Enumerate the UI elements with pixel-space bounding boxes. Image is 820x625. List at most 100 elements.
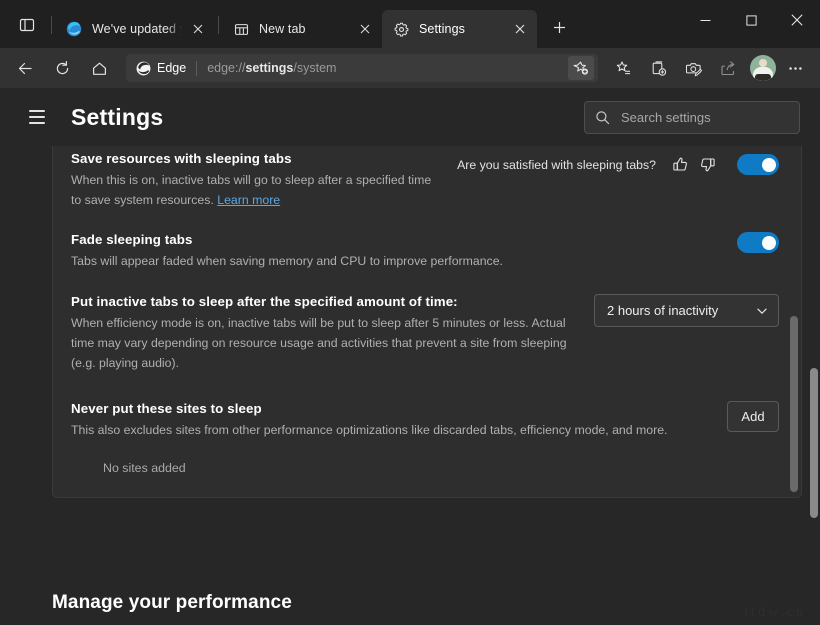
url-suffix: /system: [293, 61, 337, 75]
add-favorite-star-icon: [573, 61, 588, 75]
tab-title: We've updated you: [92, 22, 183, 36]
browser-tab-2[interactable]: New tab: [222, 10, 382, 48]
setting-title: Fade sleeping tabs: [71, 232, 193, 247]
browser-tab-1[interactable]: We've updated you: [55, 10, 215, 48]
chevron-down-icon: [755, 304, 769, 318]
setting-controls: 2 hours of inactivity: [594, 294, 779, 327]
minimize-button[interactable]: [682, 0, 728, 40]
toggle-knob: [761, 235, 776, 250]
browser-tab-3[interactable]: Settings: [382, 10, 537, 48]
sleeping-tabs-card: Save resources with sleeping tabs When t…: [52, 146, 802, 498]
card-scrollbar-thumb[interactable]: [790, 316, 798, 492]
toggle-knob: [761, 157, 776, 172]
close-window-button[interactable]: [774, 0, 820, 40]
page-title: Settings: [71, 103, 164, 130]
browser-toolbar: Edge edge://settings/system: [0, 48, 820, 88]
share-button[interactable]: [712, 53, 744, 83]
menu-line: [29, 116, 45, 118]
feedback-question-label: Are you satisfied with sleeping tabs?: [457, 157, 656, 172]
thumbs-up-button[interactable]: [667, 151, 694, 178]
collections-button[interactable]: [642, 53, 674, 83]
title-bar: We've updated you New tab: [0, 0, 820, 48]
address-bar[interactable]: Edge edge://settings/system: [126, 54, 598, 82]
minimize-icon: [700, 19, 710, 21]
edge-logo-icon: [65, 20, 83, 38]
hamburger-menu-icon[interactable]: [20, 100, 54, 134]
ellipsis-icon: [788, 66, 802, 70]
setting-controls: Add: [727, 401, 779, 432]
dropdown-selected-value: 2 hours of inactivity: [607, 303, 719, 318]
refresh-button[interactable]: [46, 53, 78, 83]
menu-line: [29, 110, 45, 112]
close-icon: [193, 24, 203, 34]
tab-title: Settings: [419, 22, 465, 36]
screenshot-icon: [685, 62, 702, 76]
thumbs-down-button[interactable]: [694, 151, 721, 178]
manage-performance-section: Manage your performance: [0, 573, 820, 625]
tab-title: New tab: [259, 22, 306, 36]
watermark-text: itdw.cn: [744, 605, 806, 620]
home-button[interactable]: [83, 53, 115, 83]
tab-divider: [218, 16, 219, 34]
more-options-button[interactable]: [779, 53, 811, 83]
search-placeholder: Search settings: [621, 109, 711, 125]
page-scrollbar[interactable]: [808, 146, 820, 625]
thumbs-down-icon: [701, 158, 715, 172]
omnibox-separator: [196, 60, 198, 76]
tab-close-button[interactable]: [187, 18, 209, 40]
add-favorite-button[interactable]: [568, 56, 594, 80]
add-site-button[interactable]: Add: [727, 401, 779, 432]
tab-search-icon: [19, 18, 35, 32]
close-icon: [515, 24, 525, 34]
setting-title: Put inactive tabs to sleep after the spe…: [71, 294, 458, 309]
setting-description: When efficiency mode is on, inactive tab…: [71, 316, 567, 370]
setting-description: When this is on, inactive tabs will go t…: [71, 170, 443, 210]
omnibox-brand-label: Edge: [157, 61, 187, 75]
setting-description: This also excludes sites from other perf…: [71, 423, 668, 437]
fade-sleeping-tabs-toggle[interactable]: [737, 232, 779, 253]
setting-title: Save resources with sleeping tabs: [71, 151, 292, 166]
refresh-icon: [56, 60, 68, 74]
tab-close-button[interactable]: [509, 18, 531, 40]
setting-controls: Are you satisfied with sleeping tabs?: [457, 151, 779, 178]
menu-line: [29, 122, 45, 124]
back-arrow-icon: [18, 62, 31, 74]
inactivity-timeout-dropdown[interactable]: 2 hours of inactivity: [594, 294, 779, 327]
sleeping-tabs-toggle[interactable]: [737, 154, 779, 175]
setting-row-never-sleep-sites: Never put these sites to sleep This also…: [53, 373, 801, 475]
section-title: Manage your performance: [52, 592, 292, 613]
settings-page-header: Settings Search settings: [0, 88, 820, 146]
close-icon: [791, 14, 803, 26]
edge-logo-icon: [136, 61, 151, 76]
tab-search-button[interactable]: [8, 7, 46, 43]
tab-divider: [51, 16, 52, 34]
favorites-icon: [616, 60, 630, 74]
close-icon: [360, 24, 370, 34]
window-controls: [682, 0, 820, 48]
tab-close-button[interactable]: [354, 18, 376, 40]
back-button[interactable]: [9, 53, 41, 83]
page-scrollbar-thumb[interactable]: [810, 368, 818, 518]
settings-page: Settings Search settings Save resources …: [0, 88, 820, 625]
new-tab-page-icon: [232, 20, 250, 38]
favorites-button[interactable]: [607, 53, 639, 83]
url-bold: settings: [245, 61, 294, 75]
collections-icon: [652, 60, 666, 76]
setting-title: Never put these sites to sleep: [71, 401, 262, 416]
gear-icon: [392, 20, 410, 38]
plus-icon: [553, 21, 565, 33]
home-icon: [92, 62, 106, 75]
card-scrollbar[interactable]: [790, 146, 798, 495]
learn-more-link[interactable]: Learn more: [217, 193, 280, 207]
new-tab-button[interactable]: [544, 12, 574, 42]
search-settings-input[interactable]: Search settings: [584, 100, 800, 134]
maximize-button[interactable]: [728, 0, 774, 40]
omnibox-url[interactable]: edge://settings/system: [207, 61, 568, 75]
screenshot-button[interactable]: [677, 53, 709, 83]
search-icon: [596, 110, 610, 124]
setting-description: Tabs will appear faded when saving memor…: [71, 254, 503, 268]
profile-avatar[interactable]: [750, 55, 776, 81]
thumbs-up-icon: [673, 157, 687, 171]
avatar-head: [759, 59, 767, 67]
setting-row-fade-sleeping-tabs: Fade sleeping tabs Tabs will appear fade…: [53, 210, 801, 271]
